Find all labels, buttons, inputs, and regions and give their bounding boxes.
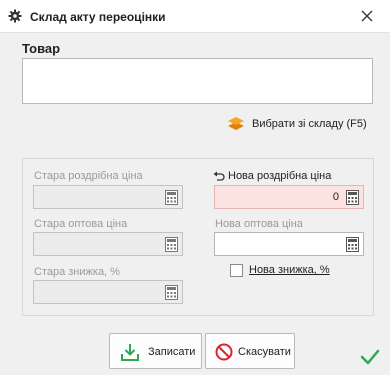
title-bar: Склад акту переоцінки — [0, 0, 390, 33]
calculator-icon[interactable] — [346, 237, 359, 252]
save-button-label: Записати — [148, 346, 196, 358]
cancel-icon — [215, 343, 233, 361]
new-wholesale-price-label: Нова оптова ціна — [215, 218, 303, 230]
product-field[interactable] — [22, 58, 373, 104]
pick-from-stock-label: Вибрати зі складу (F5) — [252, 118, 367, 130]
product-label: Товар — [22, 41, 61, 56]
download-icon — [121, 344, 139, 361]
gear-icon — [8, 9, 22, 23]
pick-from-stock-button[interactable]: Вибрати зі складу (F5) — [226, 113, 376, 135]
calculator-icon[interactable] — [346, 190, 359, 205]
old-discount-label: Стара знижка, % — [34, 266, 120, 278]
new-wholesale-price-field[interactable] — [214, 232, 364, 256]
old-wholesale-price-field — [33, 232, 183, 256]
new-retail-price-field[interactable]: 0 — [214, 185, 364, 209]
cancel-button[interactable]: Скасувати — [205, 333, 295, 369]
undo-icon[interactable] — [213, 171, 225, 181]
cancel-button-label: Скасувати — [238, 346, 291, 358]
new-retail-price-label: Нова роздрібна ціна — [228, 170, 332, 182]
calculator-icon — [165, 190, 178, 205]
old-retail-price-label: Стара роздрібна ціна — [34, 170, 143, 182]
layers-icon — [228, 117, 244, 130]
calculator-icon — [165, 237, 178, 252]
new-discount-label[interactable]: Нова знижка, % — [249, 264, 330, 276]
checkmark-icon — [360, 349, 380, 365]
save-button[interactable]: Записати — [109, 333, 202, 369]
old-discount-field — [33, 280, 183, 304]
calculator-icon — [165, 285, 178, 300]
new-retail-price-value: 0 — [332, 191, 339, 203]
old-retail-price-field — [33, 185, 183, 209]
new-discount-checkbox[interactable] — [230, 264, 243, 277]
close-icon[interactable] — [356, 5, 378, 27]
window-title: Склад акту переоцінки — [30, 10, 166, 24]
old-wholesale-price-label: Стара оптова ціна — [34, 218, 128, 230]
